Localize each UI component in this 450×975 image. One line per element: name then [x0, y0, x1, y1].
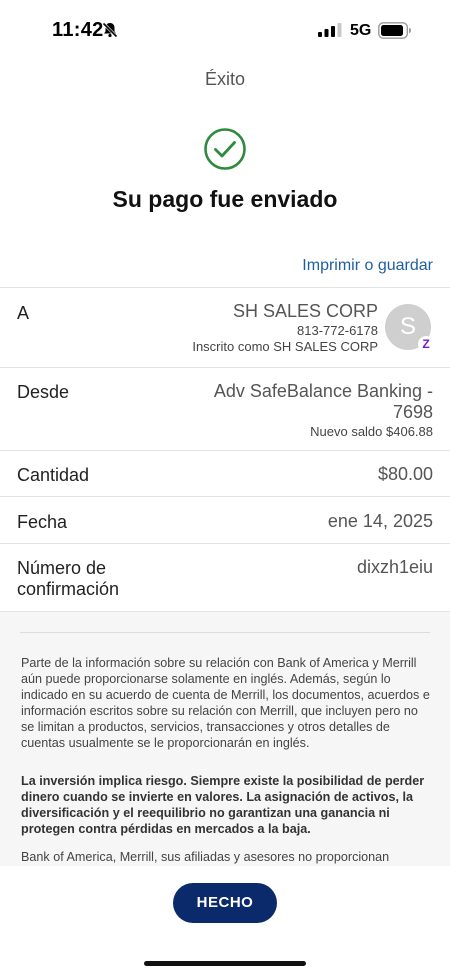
from-account-line1: Adv SafeBalance Banking - [213, 381, 433, 401]
confirmation-label-line1: Número de [17, 558, 107, 578]
advice-disclaimer-paragraph: Bank of America, Merrill, sus afiliadas … [21, 850, 390, 864]
divider [0, 367, 450, 368]
battery-icon [378, 22, 411, 39]
recipient-label: A [17, 303, 30, 323]
recipient-phone: 813-772-6178 [297, 323, 378, 338]
status-bar: 11:42 5G [0, 0, 450, 60]
amount-label: Cantidad [17, 465, 90, 485]
done-button[interactable]: HECHO [173, 883, 277, 923]
status-time: 11:42 [52, 19, 104, 41]
investment-risk-paragraph: La inversión implica riesgo. Siempre exi… [21, 774, 425, 836]
divider [0, 496, 450, 497]
date-value: ene 14, 2025 [327, 511, 433, 531]
disclosure-panel[interactable]: Parte de la información sobre su relació… [0, 612, 450, 866]
check-circle-icon [204, 128, 246, 170]
date-label: Fecha [17, 512, 68, 532]
payment-sent-headline: Su pago fue enviado [112, 186, 338, 212]
recipient-name: SH SALES CORP [232, 301, 378, 321]
divider [0, 287, 450, 288]
divider [0, 543, 450, 544]
bell-slash-icon [102, 22, 118, 38]
amount-value: $80.00 [377, 464, 433, 484]
recipient-enrolled-as: Inscrito como SH SALES CORP [192, 339, 378, 354]
footer: HECHO [0, 866, 450, 975]
home-indicator[interactable] [144, 961, 306, 966]
confirmation-number: dixzh1eiu [356, 557, 433, 577]
zelle-icon: Z [418, 336, 434, 352]
confirmation-label-line2: confirmación [17, 579, 120, 599]
page-title: Éxito [204, 69, 246, 89]
print-or-save-link[interactable]: Imprimir o guardar [302, 257, 433, 275]
divider [20, 632, 430, 633]
network-label: 5G [350, 22, 372, 39]
new-balance: Nuevo saldo $406.88 [310, 424, 433, 439]
disclosure-language-paragraph: Parte de la información sobre su relació… [21, 656, 430, 750]
divider [0, 450, 450, 451]
from-account-line2: 7698 [392, 402, 433, 422]
from-label: Desde [17, 382, 70, 402]
signal-icon [318, 23, 342, 37]
